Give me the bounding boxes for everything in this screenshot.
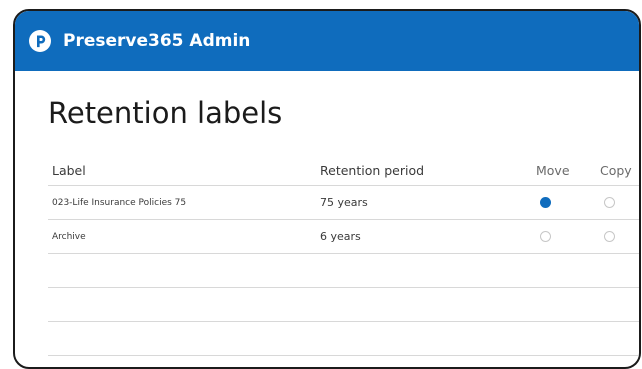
- table-row[interactable]: Archive 6 years: [48, 220, 639, 254]
- retention-period-cell: 6 years: [320, 230, 361, 243]
- column-header-move: Move: [536, 162, 570, 178]
- retention-period-cell: 75 years: [320, 196, 368, 209]
- app-window: Preserve365 Admin Retention labels Label…: [13, 9, 641, 369]
- table-header-row: Label Retention period Move Copy: [48, 155, 639, 186]
- empty-table-row: [48, 322, 639, 356]
- page-title: Retention labels: [48, 96, 283, 130]
- preserve365-logo-icon: [29, 30, 51, 52]
- move-radio[interactable]: [540, 197, 551, 208]
- copy-radio[interactable]: [604, 231, 615, 242]
- app-title: Preserve365 Admin: [63, 31, 251, 51]
- move-cell: [540, 220, 551, 253]
- app-header: Preserve365 Admin: [15, 11, 639, 71]
- copy-cell: [604, 186, 615, 219]
- column-header-label[interactable]: Label: [52, 155, 86, 185]
- label-cell: 023-Life Insurance Policies 75: [52, 197, 187, 208]
- copy-cell: [604, 220, 615, 253]
- label-cell: Archive: [52, 231, 86, 242]
- column-header-retention-period[interactable]: Retention period: [320, 155, 424, 185]
- copy-radio[interactable]: [604, 197, 615, 208]
- move-radio[interactable]: [540, 231, 551, 242]
- column-header-copy: Copy: [600, 162, 632, 178]
- move-cell: [540, 186, 551, 219]
- retention-labels-table: Label Retention period Move Copy 023-Lif…: [48, 155, 639, 356]
- table-row[interactable]: 023-Life Insurance Policies 75 75 years: [48, 186, 639, 220]
- empty-table-row: [48, 288, 639, 322]
- empty-table-row: [48, 254, 639, 288]
